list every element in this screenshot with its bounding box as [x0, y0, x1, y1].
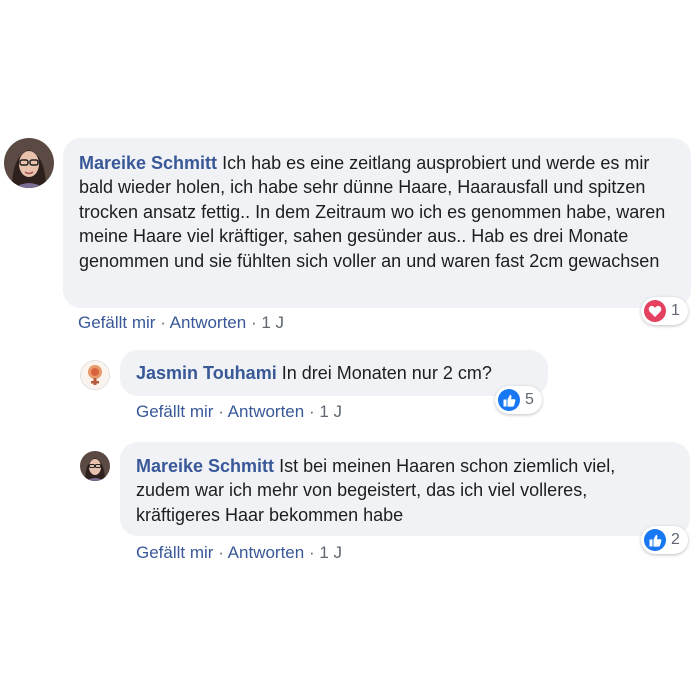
like-link[interactable]: Gefällt mir	[78, 313, 155, 332]
reaction-count: 5	[525, 391, 534, 408]
thumbs-up-icon	[498, 389, 520, 411]
comment-bubble: Mareike Schmitt Ich hab es eine zeitlang…	[63, 138, 691, 308]
comment-bubble: Jasmin Touhami In drei Monaten nur 2 cm?	[120, 350, 548, 396]
like-link[interactable]: Gefällt mir	[136, 543, 213, 562]
comment-author[interactable]: Jasmin Touhami	[136, 363, 277, 383]
thumbs-up-icon	[644, 529, 666, 551]
reply-link[interactable]: Antworten	[228, 402, 305, 421]
comment-actions: Gefällt mir · Antworten · 1 J	[78, 313, 284, 333]
timestamp[interactable]: 1 J	[319, 402, 342, 421]
heart-icon	[644, 300, 666, 322]
comment-author[interactable]: Mareike Schmitt	[79, 153, 217, 173]
separator: ·	[218, 543, 224, 562]
reaction-count: 2	[671, 531, 680, 548]
comment-text: In drei Monaten nur 2 cm?	[281, 363, 492, 383]
comment-bubble: Mareike Schmitt Ist bei meinen Haaren sc…	[120, 442, 690, 536]
separator: ·	[218, 402, 224, 421]
comment-author[interactable]: Mareike Schmitt	[136, 456, 274, 476]
reaction-badge[interactable]: 5	[495, 386, 542, 414]
separator: ·	[308, 402, 315, 421]
avatar[interactable]	[80, 360, 110, 390]
reaction-badge[interactable]: 2	[641, 526, 688, 554]
avatar[interactable]	[80, 451, 110, 481]
comment-actions: Gefällt mir · Antworten · 1 J	[136, 402, 342, 422]
timestamp[interactable]: 1 J	[319, 543, 342, 562]
reaction-count: 1	[671, 302, 680, 319]
separator: ·	[250, 313, 257, 332]
reply-link[interactable]: Antworten	[228, 543, 305, 562]
timestamp[interactable]: 1 J	[261, 313, 284, 332]
comment-actions: Gefällt mir · Antworten · 1 J	[136, 543, 342, 563]
like-link[interactable]: Gefällt mir	[136, 402, 213, 421]
separator: ·	[308, 543, 315, 562]
separator: ·	[160, 313, 166, 332]
avatar[interactable]	[4, 138, 54, 188]
reply-link[interactable]: Antworten	[170, 313, 247, 332]
reaction-badge[interactable]: 1	[641, 297, 688, 325]
